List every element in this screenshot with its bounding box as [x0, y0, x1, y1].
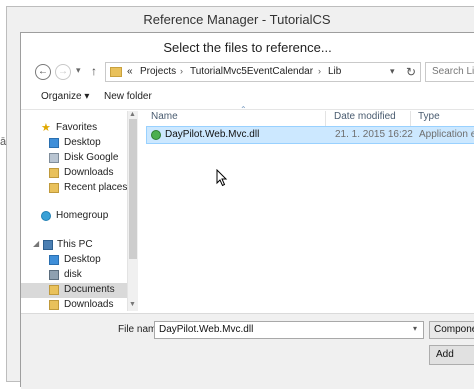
dll-icon	[151, 130, 161, 140]
sidebar-item-homegroup[interactable]: Homegroup	[21, 209, 127, 224]
breadcrumb-lib[interactable]: Lib	[328, 66, 341, 77]
bottom-panel: File name: DayPilot.Web.Mvc.dll ▾ Compon…	[21, 313, 474, 389]
file-list: ⌃ Name Date modified Type DayPilot.Web.M…	[139, 105, 474, 311]
sidebar-item-label: This PC	[57, 239, 93, 250]
address-row: ← → ▾ ↑ « Projects › TutorialMvc5EventCa…	[21, 61, 474, 87]
sidebar-item-disk-google[interactable]: Disk Google	[21, 151, 127, 166]
navigation-pane: ★ Favorites Desktop Disk Google Download…	[21, 111, 127, 311]
breadcrumb-separator[interactable]: ›	[318, 66, 321, 76]
disk-icon	[49, 270, 59, 280]
sidebar-item-label: Downloads	[64, 167, 114, 178]
desktop-icon	[49, 255, 59, 265]
sidebar-item-label: Homegroup	[56, 210, 109, 221]
sidebar-item-disk[interactable]: disk	[21, 268, 127, 283]
downloads-icon	[49, 168, 59, 178]
address-bar[interactable]: « Projects › TutorialMvc5EventCalendar ›…	[105, 62, 421, 82]
breadcrumb-tutorial[interactable]: TutorialMvc5EventCalendar	[190, 66, 313, 77]
file-dialog: Select the files to reference... ← → ▾ ↑…	[20, 32, 474, 389]
sidebar-item-pc-desktop[interactable]: Desktop	[21, 253, 127, 268]
sidebar-item-pc-downloads[interactable]: Downloads	[21, 298, 127, 311]
mouse-cursor-icon	[216, 169, 228, 187]
sidebar-item-label: Disk Google	[64, 152, 119, 163]
chevron-down-icon[interactable]: ▾	[413, 324, 417, 333]
sidebar-item-label: Desktop	[64, 137, 101, 148]
breadcrumb-overflow[interactable]: «	[127, 66, 133, 77]
sidebar-item-favorites[interactable]: ★ Favorites	[21, 121, 127, 136]
dialog-title: Select the files to reference...	[163, 40, 332, 55]
sidebar-item-recent-places[interactable]: Recent places	[21, 181, 127, 196]
downloads-icon	[49, 300, 59, 310]
file-name-input[interactable]: DayPilot.Web.Mvc.dll ▾	[154, 321, 424, 339]
homegroup-icon	[41, 211, 51, 221]
toolbar: Organize ▾ New folder	[21, 87, 474, 110]
recent-places-icon	[49, 183, 59, 193]
new-folder-button[interactable]: New folder	[104, 91, 152, 102]
file-date: 21. 1. 2015 16:22	[335, 129, 413, 140]
sidebar-item-label: Downloads	[64, 299, 114, 310]
desktop-icon	[49, 138, 59, 148]
file-type: Application ext	[419, 129, 474, 140]
folder-icon	[110, 67, 122, 77]
file-name: DayPilot.Web.Mvc.dll	[165, 129, 260, 140]
scrollbar-thumb[interactable]	[129, 119, 137, 259]
sort-ascending-icon: ⌃	[240, 105, 247, 114]
window-edge-glyph: ā	[0, 136, 7, 148]
sidebar-item-label: Recent places	[64, 182, 127, 193]
scroll-down-icon[interactable]: ▼	[129, 301, 136, 308]
file-row[interactable]: DayPilot.Web.Mvc.dll 21. 1. 2015 16:22 A…	[146, 126, 474, 144]
sidebar-item-downloads[interactable]: Downloads	[21, 166, 127, 181]
navigation-scrollbar[interactable]: ▲ ▼	[127, 111, 138, 311]
sidebar-item-label: disk	[64, 269, 82, 280]
file-name-value: DayPilot.Web.Mvc.dll	[159, 324, 254, 335]
column-header-label: Name	[151, 111, 178, 122]
documents-icon	[49, 285, 59, 295]
forward-button[interactable]: →	[55, 64, 71, 80]
breadcrumb-separator[interactable]: ›	[180, 66, 183, 76]
star-icon: ★	[41, 122, 51, 134]
back-button[interactable]: ←	[35, 64, 51, 80]
recent-locations-chevron-icon[interactable]: ▾	[76, 65, 81, 76]
breadcrumb-projects[interactable]: Projects	[140, 66, 176, 77]
refresh-icon[interactable]: ↻	[406, 65, 416, 79]
drive-icon	[49, 153, 59, 163]
expand-chevron-icon[interactable]: ◢	[33, 239, 39, 248]
organize-button[interactable]: Organize ▾	[41, 91, 89, 102]
sidebar-item-desktop[interactable]: Desktop	[21, 136, 127, 151]
sidebar-item-label: Favorites	[56, 122, 98, 133]
add-button[interactable]: Add	[429, 345, 474, 365]
sidebar-item-this-pc[interactable]: ◢ This PC	[21, 238, 127, 253]
search-input[interactable]: Search Lib	[425, 62, 474, 82]
file-type-filter[interactable]: Component Files	[429, 321, 474, 339]
address-dropdown-icon[interactable]: ▾	[390, 66, 395, 77]
scroll-up-icon[interactable]: ▲	[129, 111, 136, 118]
up-button[interactable]: ↑	[91, 64, 97, 78]
sidebar-item-label: Documents	[64, 284, 115, 295]
computer-icon	[43, 240, 53, 250]
sidebar-item-documents[interactable]: Documents	[21, 283, 127, 298]
sidebar-item-label: Desktop	[64, 254, 101, 265]
